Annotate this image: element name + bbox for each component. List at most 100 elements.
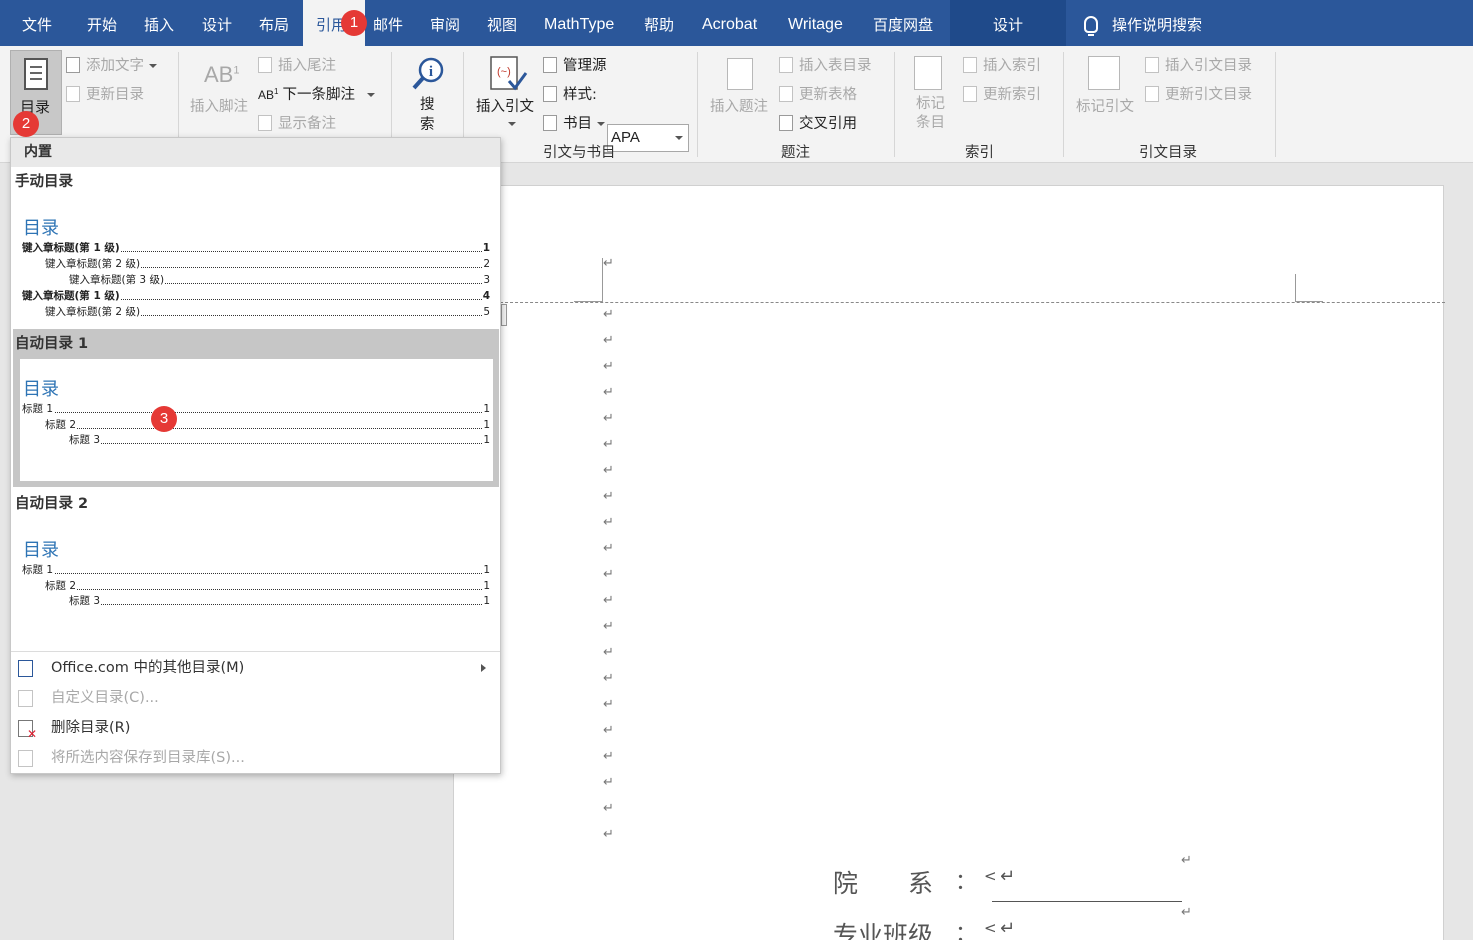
step-badge-2: 2 <box>13 111 39 137</box>
insert-table-of-authorities-button[interactable]: 插入引文目录 <box>1145 54 1252 75</box>
group-separator <box>697 52 698 157</box>
insert-endnote-button[interactable]: 插入尾注 <box>258 54 336 75</box>
paragraph-mark: ↵ <box>603 307 614 322</box>
toc-preview-text: 键入章标题(第 3 级) <box>69 273 166 287</box>
table-of-contents-gallery: 内置 手动目录 目录 键入章标题(第 1 级) 1 键入章标题(第 2 级) 2 键入章… <box>10 137 501 774</box>
paragraph-mark: ↵ <box>603 437 614 452</box>
tab-baidu-netdisk[interactable]: 百度网盘 <box>873 0 933 46</box>
table-of-figures-icon <box>779 57 793 73</box>
paragraph-mark: ↵ <box>603 385 614 400</box>
update-table-of-authorities-button[interactable]: 更新引文目录 <box>1145 83 1252 104</box>
paragraph-mark: ↵ <box>603 411 614 426</box>
update-table-button[interactable]: 更新表格 <box>779 83 857 104</box>
toc-preview-page-number: 1 <box>483 594 490 608</box>
mark-entry-icon <box>914 56 942 90</box>
tab-layout[interactable]: 布局 <box>259 0 289 46</box>
manage-sources-icon <box>543 57 557 73</box>
tab-view[interactable]: 视图 <box>487 0 517 46</box>
bibliography-button[interactable]: 书目 <box>543 112 605 133</box>
remove-toc-menu-item[interactable]: ✕ 删除目录(R) <box>11 713 500 743</box>
toc-preview-page-number: 1 <box>482 241 490 255</box>
tab-home[interactable]: 开始 <box>87 0 117 46</box>
show-notes-button[interactable]: 显示备注 <box>258 112 336 133</box>
toc-preview-text: 标题 3 <box>69 433 102 447</box>
step-badge-1: 1 <box>341 10 367 36</box>
class-prefix-mark: < <box>984 919 997 937</box>
department-colon: ： <box>955 870 978 895</box>
ab-footnote-icon: AB1 <box>204 62 240 87</box>
group-label-captions: 题注 <box>781 145 810 161</box>
department-value[interactable]: ↵ <box>1000 866 1015 887</box>
insert-citation-button[interactable]: 插入引文 <box>476 95 534 116</box>
smart-lookup-button[interactable]: 搜索 <box>420 95 435 135</box>
toc-preview-page-number: 4 <box>482 289 490 303</box>
tell-me-search[interactable]: 操作说明搜索 <box>1084 0 1202 46</box>
paragraph-mark: ↵ <box>603 697 614 712</box>
department-prefix-mark: < <box>984 867 997 885</box>
ruler-marker <box>501 304 507 326</box>
step-badge-3: 3 <box>151 406 177 432</box>
svg-text:i: i <box>429 64 433 80</box>
tab-mathtype[interactable]: MathType <box>544 0 614 46</box>
tab-review[interactable]: 审阅 <box>430 0 460 46</box>
group-separator <box>894 52 895 157</box>
tab-table-design[interactable]: 设计 <box>950 0 1066 46</box>
mark-citation-button[interactable]: 标记引文 <box>1076 95 1134 116</box>
toc-preview-line: 键入章标题(第 3 级) 3 <box>69 273 490 287</box>
next-footnote-button[interactable]: AB1 下一条脚注 <box>258 83 375 104</box>
mark-entry-button[interactable]: 标记 条目 <box>916 95 945 133</box>
class-colon: ： <box>955 922 978 940</box>
paragraph-mark: ↵ <box>603 515 614 530</box>
svg-text:(~): (~) <box>497 66 511 78</box>
toc-preview-page-number: 3 <box>483 273 490 287</box>
update-toc-button[interactable]: 更新目录 <box>66 83 144 104</box>
toc-preview-line: 键入章标题(第 2 级) 5 <box>45 305 490 319</box>
toc-preview-heading: 目录 <box>23 540 59 561</box>
paragraph-mark: ↵ <box>603 567 614 582</box>
show-notes-icon <box>258 115 272 131</box>
tab-acrobat[interactable]: Acrobat <box>702 0 757 46</box>
insert-index-button[interactable]: 插入索引 <box>963 54 1041 75</box>
toc-preview-line: 标题 1 1 <box>22 563 490 577</box>
dot-leader <box>22 573 490 574</box>
insert-footnote-button[interactable]: 插入脚注 <box>190 95 248 116</box>
insert-caption-button[interactable]: 插入题注 <box>710 95 768 116</box>
chevron-down-icon <box>366 93 375 97</box>
group-separator <box>1275 52 1276 157</box>
citation-style-select[interactable]: APA <box>607 124 689 152</box>
toc-preview-page-number: 1 <box>483 578 490 593</box>
text-boundary-corner <box>1295 274 1296 302</box>
toc-preview-heading: 目录 <box>23 379 59 400</box>
save-selection-to-gallery-menu-item[interactable]: 将所选内容保存到目录库(S)... <box>11 743 500 773</box>
search-magnifier-icon: i <box>412 57 444 90</box>
update-index-button[interactable]: 更新索引 <box>963 83 1041 104</box>
tab-insert[interactable]: 插入 <box>144 0 174 46</box>
dot-leader <box>45 427 490 429</box>
paragraph-mark: ↵ <box>603 801 614 816</box>
insert-table-of-figures-button[interactable]: 插入表目录 <box>779 54 872 75</box>
add-text-button[interactable]: 添加文字 <box>66 54 157 75</box>
manage-sources-button[interactable]: 管理源 <box>543 54 607 75</box>
chevron-down-icon <box>508 122 516 126</box>
tab-writage[interactable]: Writage <box>788 0 843 46</box>
tab-mailings[interactable]: 邮件 <box>373 0 403 46</box>
office-online-icon <box>18 660 33 677</box>
paragraph-mark: ↵ <box>603 541 614 556</box>
dot-leader <box>69 604 490 605</box>
more-tocs-from-office-menu-item[interactable]: Office.com 中的其他目录(M) <box>11 653 500 683</box>
text-boundary-corner <box>574 301 602 302</box>
tab-file[interactable]: 文件 <box>22 0 52 46</box>
toc-preview-text: 键入章标题(第 2 级) <box>45 305 142 319</box>
cross-reference-button[interactable]: 交叉引用 <box>779 112 857 133</box>
toc-preview-text: 标题 1 <box>22 563 55 577</box>
paragraph-mark: ↵ <box>603 359 614 374</box>
class-value[interactable]: ↵ <box>1000 918 1015 939</box>
tab-help[interactable]: 帮助 <box>644 0 674 46</box>
header-paragraph-mark: ↵ <box>603 256 614 271</box>
custom-toc-menu-item[interactable]: 自定义目录(C)... <box>11 683 500 713</box>
tab-design[interactable]: 设计 <box>202 0 232 46</box>
paragraph-mark: ↵ <box>603 775 614 790</box>
toc-preview-line: 键入章标题(第 1 级) 4 <box>22 289 490 303</box>
department-underline <box>992 901 1182 902</box>
menu-separator <box>11 651 500 652</box>
